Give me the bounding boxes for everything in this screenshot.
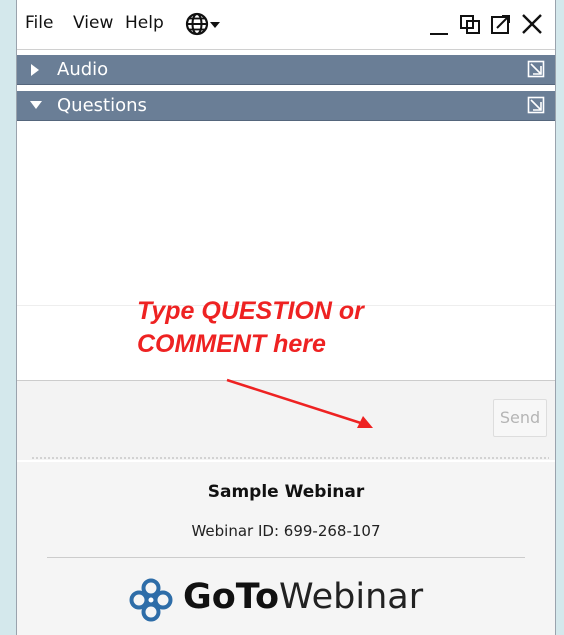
- section-label-audio: Audio: [57, 59, 109, 80]
- minimize-icon[interactable]: [427, 11, 451, 37]
- menu-file[interactable]: File: [25, 13, 53, 33]
- brand-name: GoToWebinar: [183, 577, 423, 617]
- grab-tab-icon[interactable]: [527, 96, 545, 114]
- globe-icon[interactable]: [185, 11, 225, 37]
- expand-arrow-icon[interactable]: [29, 63, 41, 77]
- menu-view[interactable]: View: [73, 13, 113, 33]
- popout-icon[interactable]: [489, 11, 513, 37]
- brand-name-bold: GoTo: [183, 577, 280, 617]
- grab-tab-icon[interactable]: [527, 60, 545, 78]
- resize-grip[interactable]: [31, 456, 549, 460]
- annotation-arrow: [226, 378, 373, 428]
- annotation-line-1: Type QUESTION or: [137, 297, 364, 325]
- footer-divider: [47, 557, 525, 558]
- restore-icon[interactable]: [457, 11, 483, 37]
- section-label-questions: Questions: [57, 95, 147, 116]
- menu-help[interactable]: Help: [125, 13, 164, 33]
- brand-name-light: Webinar: [279, 577, 424, 617]
- collapse-arrow-icon[interactable]: [29, 99, 43, 111]
- webinar-id: Webinar ID: 699-268-107: [191, 522, 381, 540]
- annotation-line-2: COMMENT here: [137, 330, 326, 358]
- gotowebinar-control-panel: File View Help Audio Questions Send Samp…: [16, 0, 556, 635]
- close-icon[interactable]: [519, 11, 545, 37]
- menu-bar: File View Help: [17, 0, 555, 50]
- gotowebinar-logo-icon: [129, 578, 173, 622]
- gotowebinar-logo: GoToWebinar: [129, 572, 459, 628]
- section-header-audio[interactable]: Audio: [17, 55, 555, 85]
- send-button[interactable]: Send: [493, 399, 547, 437]
- webinar-title: Sample Webinar: [207, 482, 365, 502]
- section-header-questions[interactable]: Questions: [17, 91, 555, 121]
- webinar-info-footer: Sample Webinar Webinar ID: 699-268-107 G…: [17, 462, 555, 635]
- instruction-annotation: Type QUESTION or COMMENT here: [137, 295, 537, 361]
